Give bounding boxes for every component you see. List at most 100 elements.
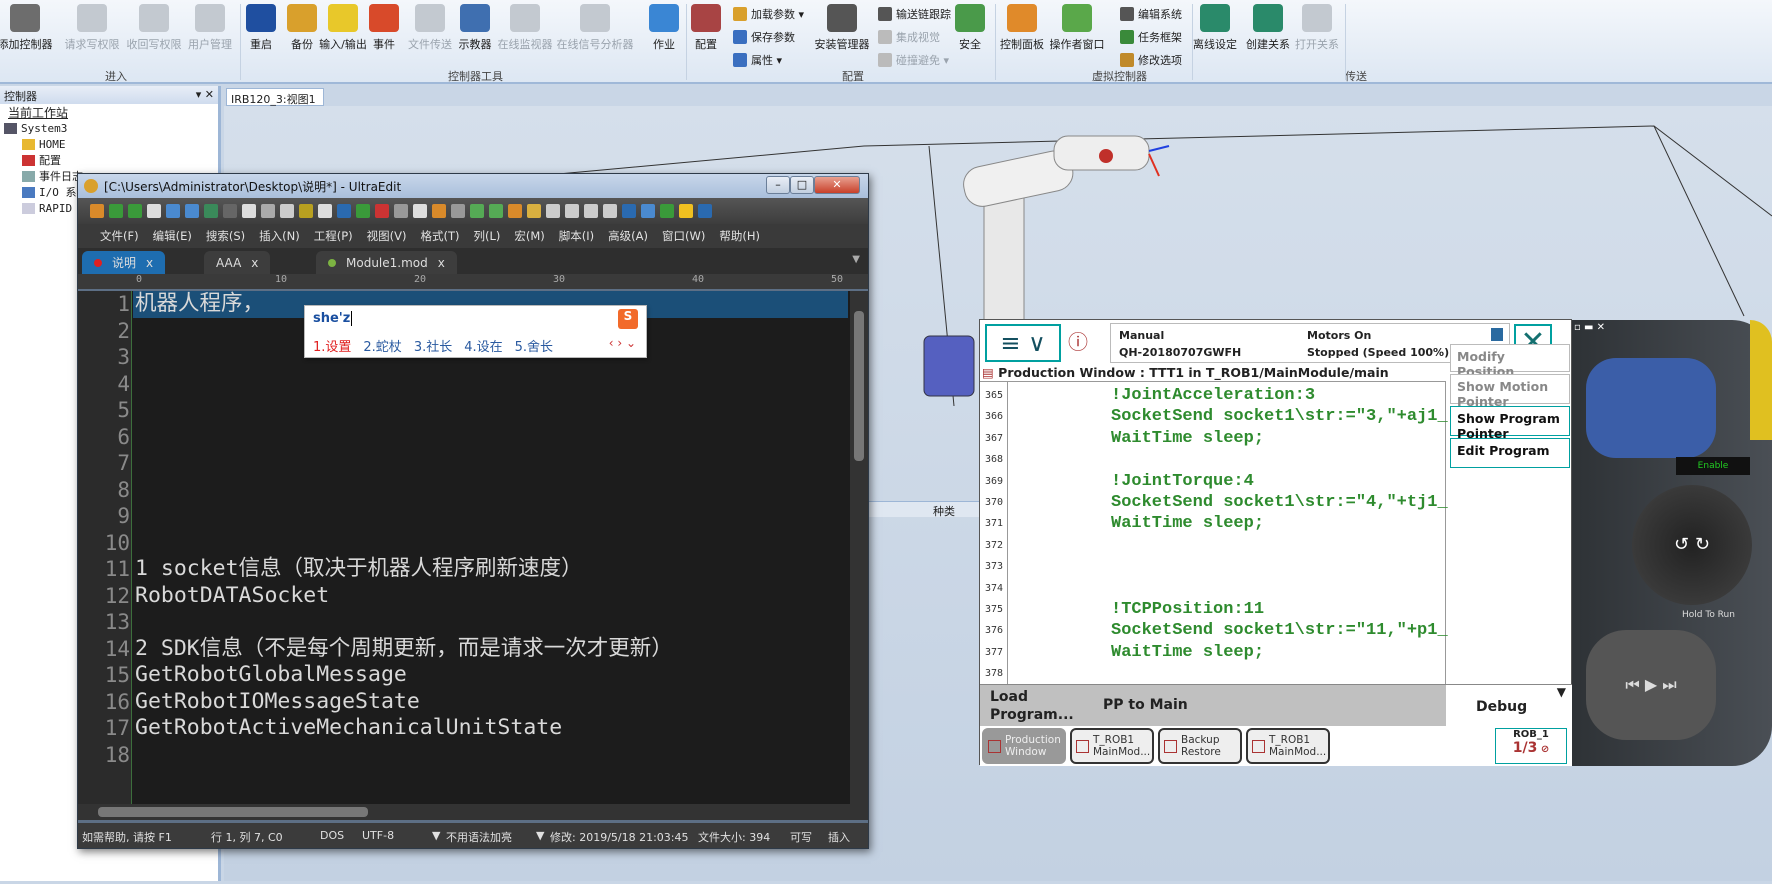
toolbar-button-icon[interactable] <box>698 204 712 218</box>
event-log-icon[interactable]: ⓘ <box>1068 326 1102 360</box>
toolbar-button-icon[interactable] <box>223 204 237 218</box>
ribbon-small-button[interactable]: 集成视觉 <box>878 27 940 46</box>
ribbon-small-button[interactable]: 保存参数 <box>733 27 795 46</box>
menu-item[interactable]: 帮助(H) <box>719 228 760 244</box>
toolbar-button-icon[interactable] <box>641 204 655 218</box>
tab-close-icon[interactable]: x <box>438 256 445 270</box>
load-program-button[interactable]: Load Program... <box>990 688 1074 724</box>
ribbon-button[interactable]: 在线监视器 <box>493 4 557 52</box>
menu-item[interactable]: 列(L) <box>473 228 500 244</box>
taskbar-item[interactable]: T_ROB1 MainMod... <box>1070 728 1154 764</box>
taskbar-item[interactable]: Backup Restore <box>1158 728 1242 764</box>
toolbar-button-icon[interactable] <box>242 204 256 218</box>
quickset-button[interactable]: ROB_1 1/3 ⊘ <box>1495 728 1567 764</box>
minimize-button[interactable]: – <box>766 176 790 194</box>
tree-item[interactable]: HOME <box>0 136 218 152</box>
pp-to-main-button[interactable]: PP to Main <box>1103 697 1188 713</box>
toolbar-button-icon[interactable] <box>375 204 389 218</box>
scrollbar-thumb[interactable] <box>98 807 368 817</box>
toolbar-button-icon[interactable] <box>603 204 617 218</box>
menu-item[interactable]: 编辑(E) <box>153 228 192 244</box>
close-button[interactable]: ✕ <box>814 176 860 194</box>
toolbar-button-icon[interactable] <box>451 204 465 218</box>
text-editor[interactable]: 1 机器人程序， 2 3 4 5 6 7 8 9 10 11 1 socket信息（取决于机器人程序刷新… <box>78 291 868 804</box>
menu-item[interactable]: 脚本(I) <box>559 228 594 244</box>
ribbon-small-button[interactable]: 编辑系统 <box>1120 4 1182 23</box>
ribbon-button[interactable]: 打开关系 <box>1285 4 1349 52</box>
menu-item[interactable]: 视图(V) <box>367 228 407 244</box>
taskbar-item[interactable]: T_ROB1 MainMod... <box>1246 728 1330 764</box>
menu-item[interactable]: 文件(F) <box>100 228 139 244</box>
menu-item[interactable]: 宏(M) <box>514 228 544 244</box>
show-program-pointer-button[interactable]: Show Program Pointer <box>1450 406 1570 441</box>
vertical-scrollbar[interactable] <box>850 291 868 804</box>
maximize-button[interactable]: □ <box>790 176 814 194</box>
ime-candidate[interactable]: 2.蛇杖 <box>363 336 401 355</box>
menu-item[interactable]: 高级(A) <box>608 228 648 244</box>
tree-item[interactable]: 当前工作站 <box>0 104 218 120</box>
toolbar-button-icon[interactable] <box>679 204 693 218</box>
scrollbar-thumb[interactable] <box>854 311 864 461</box>
tab-close-icon[interactable]: x <box>251 256 258 270</box>
ime-candidate[interactable]: 1.设置 <box>313 336 351 355</box>
file-tab[interactable]: Module1.mod x <box>316 251 457 274</box>
emergency-stop[interactable] <box>1750 320 1772 440</box>
horizontal-scrollbar[interactable] <box>78 804 868 820</box>
debug-menu-button[interactable]: Debug ▼ <box>1446 684 1572 726</box>
status-insert[interactable]: 插入 <box>828 829 850 845</box>
toolbar-button-icon[interactable] <box>622 204 636 218</box>
toolbar-button-icon[interactable] <box>318 204 332 218</box>
toolbar-button-icon[interactable] <box>527 204 541 218</box>
page-arrows-icon[interactable]: ‹ › ⌄ <box>609 336 636 350</box>
edit-program-button[interactable]: Edit Program <box>1450 438 1570 468</box>
program-editor[interactable]: 365 !JointAcceleration:3 366 SocketSend soc… <box>980 381 1448 685</box>
toolbar-button-icon[interactable] <box>166 204 180 218</box>
status-line-ending[interactable]: DOS <box>320 829 344 842</box>
toolbar-button-icon[interactable] <box>147 204 161 218</box>
toolbar-button-icon[interactable] <box>356 204 370 218</box>
status-syntax[interactable]: 不用语法加亮 <box>446 829 512 845</box>
menu-item[interactable]: 窗口(W) <box>662 228 705 244</box>
status-writable[interactable]: 可写 <box>790 829 812 845</box>
toolbar-button-icon[interactable] <box>90 204 104 218</box>
abb-menu-button[interactable]: ≡ ∨ <box>985 324 1061 362</box>
ribbon-small-button[interactable]: 修改选项 <box>1120 50 1182 69</box>
tab-close-icon[interactable]: x <box>146 256 153 270</box>
toolbar-button-icon[interactable] <box>128 204 142 218</box>
ribbon-small-button[interactable]: 碰撞避免 ▾ <box>878 50 949 69</box>
panel-pin-close[interactable]: ▾ ✕ <box>196 88 214 102</box>
toolbar-button-icon[interactable] <box>299 204 313 218</box>
status-encoding[interactable]: UTF-8 <box>362 829 394 842</box>
toolbar-button-icon[interactable] <box>489 204 503 218</box>
ribbon-small-button[interactable]: 输送链跟踪 <box>878 4 951 23</box>
ribbon-small-button[interactable]: 加载参数 ▾ <box>733 4 804 23</box>
window-controls[interactable]: ▫ ▬ ✕ <box>1574 322 1605 333</box>
tree-item[interactable]: System3 <box>0 120 218 136</box>
ime-candidate[interactable]: 4.设在 <box>464 336 502 355</box>
toolbar-button-icon[interactable] <box>432 204 446 218</box>
toolbar-button-icon[interactable] <box>508 204 522 218</box>
toolbar-button-icon[interactable] <box>261 204 275 218</box>
ime-candidate[interactable]: 5.舍长 <box>515 336 553 355</box>
run-buttons[interactable]: ⏮ ▶ ⏭ <box>1586 630 1716 740</box>
custom-keys[interactable] <box>1586 358 1716 458</box>
toolbar-button-icon[interactable] <box>109 204 123 218</box>
ribbon-small-button[interactable]: 任务框架 <box>1120 27 1182 46</box>
file-tab[interactable]: AAA x <box>204 251 271 274</box>
toolbar-button-icon[interactable] <box>204 204 218 218</box>
ime-candidate[interactable]: 3.社长 <box>414 336 452 355</box>
menu-item[interactable]: 格式(T) <box>420 228 459 244</box>
toolbar-button-icon[interactable] <box>584 204 598 218</box>
ribbon-button[interactable]: 配置 <box>674 4 738 52</box>
tab-view1[interactable]: IRB120_3:视图1 ✕ <box>226 88 324 120</box>
ribbon-button[interactable]: 操作者窗口 <box>1045 4 1109 52</box>
menu-item[interactable]: 工程(P) <box>314 228 353 244</box>
tree-item[interactable]: 配置 <box>0 152 218 168</box>
ribbon-button[interactable]: 在线信号分析器 <box>557 4 634 52</box>
joystick[interactable]: ↺ ↻ <box>1632 485 1752 605</box>
toolbar-button-icon[interactable] <box>185 204 199 218</box>
toolbar-button-icon[interactable] <box>280 204 294 218</box>
toolbar-button-icon[interactable] <box>546 204 560 218</box>
file-tab[interactable]: 说明 x <box>82 251 166 274</box>
taskbar-item[interactable]: Production Window <box>982 728 1066 764</box>
